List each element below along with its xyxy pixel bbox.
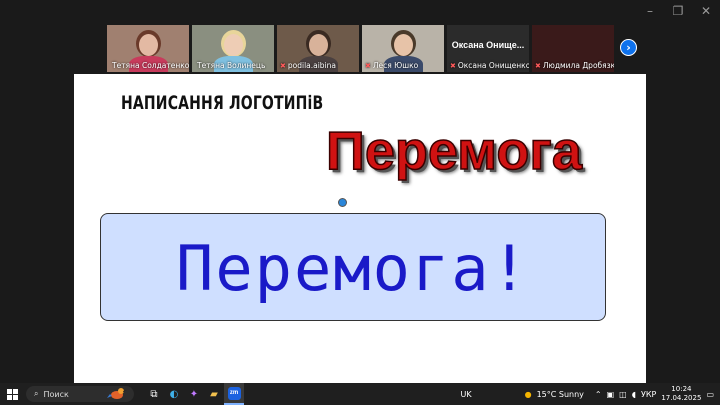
maximize-icon[interactable]: ❐ xyxy=(664,0,692,22)
copilot-icon[interactable]: ✦ xyxy=(184,383,204,405)
keyboard-layout[interactable]: UK xyxy=(460,390,471,399)
tray-app-icon[interactable]: ▣ xyxy=(607,390,615,399)
chevron-right-icon: › xyxy=(626,41,631,54)
bird-illustration-icon xyxy=(107,388,127,399)
window-controls: – ❐ ✕ xyxy=(636,0,720,22)
participant-gallery: Тетяна Солдатенко Тетяна Волинець ✖ podil… xyxy=(107,25,614,72)
participant-name: ✖ Людмила Дробязко xyxy=(535,61,614,70)
mic-muted-icon: ✖ xyxy=(450,61,456,70)
participant-display-name: Оксана Онище... xyxy=(451,40,525,50)
participant-name: ✖ Оксана Онищенко xyxy=(450,61,529,70)
edge-icon[interactable]: ◐ xyxy=(164,383,184,405)
red-logo-text: Перемога xyxy=(325,120,582,182)
participant-tile-2[interactable]: ✖ podila.aibina xyxy=(277,25,359,72)
weather-text[interactable]: 15°C Sunny xyxy=(537,390,584,399)
mic-muted-icon: ✖ xyxy=(535,61,541,70)
gallery-next-button[interactable]: › xyxy=(620,39,637,56)
file-explorer-icon[interactable]: ▰ xyxy=(204,383,224,405)
participant-tile-1[interactable]: Тетяна Волинець xyxy=(192,25,274,72)
blue-logo-box: Перемога! xyxy=(100,213,606,321)
clock-time: 10:24 xyxy=(671,385,692,393)
weather-icon: ● xyxy=(524,389,532,399)
task-view-icon[interactable]: ⧉ xyxy=(144,383,164,405)
clock[interactable]: 10:24 17.04.2025 xyxy=(661,385,701,403)
notifications-icon[interactable]: ▭ xyxy=(706,390,714,399)
windows-taskbar: ⌕ Поиск ⧉ ◐ ✦ ▰ zm UK ● 15°C Sunny ⌃ ▣ ◫… xyxy=(0,383,720,405)
search-icon: ⌕ xyxy=(34,389,39,398)
participant-name: Тетяна Солдатенко xyxy=(112,61,189,70)
network-icon[interactable]: ◫ xyxy=(619,390,627,399)
participant-tile-4[interactable]: Оксана Онище... ✖ Оксана Онищенко xyxy=(447,25,529,72)
system-tray: UK ● 15°C Sunny ⌃ ▣ ◫ ◖ УКР 10:24 17.04.… xyxy=(460,383,720,405)
shared-screen-slide: НАПИСАННЯ ЛОГОТИПіВ Перемога Перемога! xyxy=(74,74,646,384)
mic-muted-icon: ✖ xyxy=(365,61,371,70)
close-icon[interactable]: ✕ xyxy=(692,0,720,22)
slide-heading: НАПИСАННЯ ЛОГОТИПіВ xyxy=(121,92,324,114)
participant-tile-3[interactable]: ✖ Леся Юшко xyxy=(362,25,444,72)
cursor-icon xyxy=(338,198,347,207)
participant-tile-5[interactable]: ✖ Людмила Дробязко xyxy=(532,25,614,72)
participant-name: Тетяна Волинець xyxy=(197,61,266,70)
language-indicator[interactable]: УКР xyxy=(641,390,656,399)
clock-date: 17.04.2025 xyxy=(661,394,702,402)
blue-logo-text: Перемога! xyxy=(176,232,530,305)
windows-logo-icon xyxy=(6,388,18,400)
start-button[interactable] xyxy=(0,383,24,405)
search-placeholder: Поиск xyxy=(43,389,69,399)
participant-name: ✖ Леся Юшко xyxy=(365,61,419,70)
zoom-app-icon[interactable]: zm xyxy=(224,383,244,405)
mic-muted-icon: ✖ xyxy=(280,61,286,70)
taskbar-search[interactable]: ⌕ Поиск xyxy=(26,386,134,402)
volume-icon[interactable]: ◖ xyxy=(632,390,636,399)
chevron-up-icon[interactable]: ⌃ xyxy=(595,390,602,399)
participant-tile-0[interactable]: Тетяна Солдатенко xyxy=(107,25,189,72)
participant-name: ✖ podila.aibina xyxy=(280,61,337,70)
minimize-icon[interactable]: – xyxy=(636,0,664,22)
